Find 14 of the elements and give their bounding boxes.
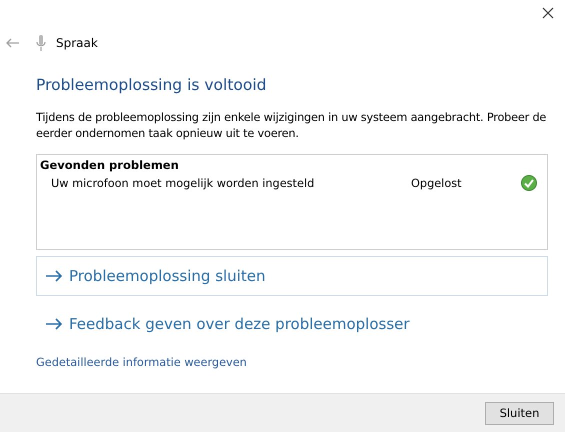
arrow-icon [45, 318, 63, 330]
arrow-icon [45, 270, 63, 282]
problem-status: Opgelost [411, 176, 463, 190]
back-arrow-icon[interactable] [6, 38, 20, 48]
description: Tijdens de probleemoplossing zijn enkele wijzigingen in uw systeem aangebracht. Probeer de eerder ondernomen taak opnieuw uit te voeren. [36, 110, 548, 142]
details-link[interactable]: Gedetailleerde informatie weergeven [36, 356, 247, 369]
problem-name: Uw microfoon moet mogelijk worden ingesteld [51, 176, 316, 190]
close-icon [542, 7, 554, 19]
heading: Probleemoplossing is voltooid [36, 75, 268, 95]
page-title: Spraak [56, 36, 98, 50]
microphone-icon [36, 34, 46, 52]
close-dialog-button[interactable]: Sluiten [485, 402, 554, 424]
problems-title: Gevonden problemen [40, 157, 180, 173]
command-link[interactable]: Probleemoplossing sluiten [36, 256, 548, 296]
